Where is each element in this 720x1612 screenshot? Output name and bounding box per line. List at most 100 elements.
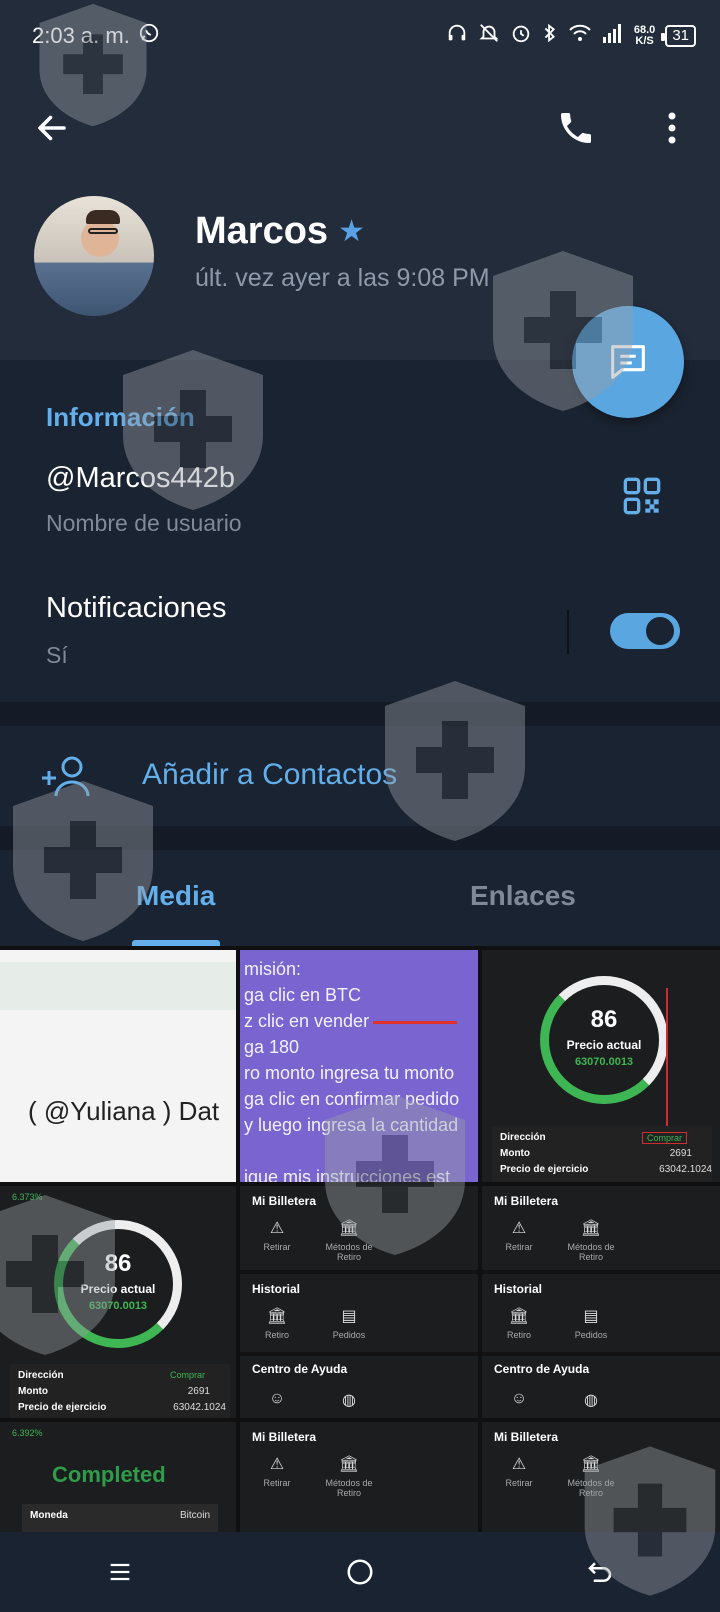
media-thumb[interactable]: 6.373% 86 Precio actual 63070.0013 Direc… <box>0 1186 236 1418</box>
bank-icon: 🏛 <box>338 1220 360 1237</box>
wallet-item: Pedidos <box>574 1330 608 1340</box>
detail-value: Bitcoin <box>179 1510 210 1521</box>
qr-code-button[interactable] <box>622 476 674 528</box>
section-divider <box>0 826 720 850</box>
wallet-item: Retirar <box>263 1478 291 1488</box>
media-thumb[interactable]: 6.392% Completed Moneda Bitcoin <box>0 1422 236 1532</box>
more-options-button[interactable] <box>642 98 702 158</box>
document-icon: ▤ <box>583 1308 599 1325</box>
thumb-line: ga clic en BTC <box>244 985 362 1005</box>
signal-icon <box>602 22 624 50</box>
avatar[interactable] <box>34 196 154 316</box>
media-thumb[interactable]: misión: ga clic en BTC z clic en vender … <box>240 950 478 1182</box>
wallet-item: Pedidos <box>332 1330 366 1340</box>
add-user-icon <box>42 756 90 797</box>
arrow-left-icon <box>38 115 66 141</box>
wallet-item: Retirar <box>263 1242 291 1252</box>
media-thumb[interactable]: Mi Billetera ⚠ Retirar 🏛 Métodos de Reti… <box>482 1422 720 1532</box>
thumb-line: ga clic en confirmar pedido <box>244 1089 460 1109</box>
wallet-title: Mi Billetera <box>494 1430 559 1444</box>
bluetooth-icon <box>542 22 558 50</box>
detail-value: 63042.1024 <box>173 1402 226 1413</box>
star-icon: ★ <box>338 215 365 248</box>
gauge-value: 86 <box>104 1250 132 1277</box>
thumb-line: igue mis instrucciones est <box>244 1167 451 1182</box>
tab-media[interactable]: Media <box>136 880 215 912</box>
globe-icon: ◍ <box>584 1392 598 1409</box>
thumb-line <box>244 1138 474 1164</box>
home-button[interactable] <box>320 1542 400 1602</box>
back-button[interactable] <box>22 98 82 158</box>
withdraw-icon: ⚠ <box>511 1220 527 1237</box>
recent-apps-button[interactable] <box>80 1542 160 1602</box>
detail-key: Precio de ejercicio <box>18 1402 107 1413</box>
add-to-contacts-button[interactable]: Añadir a Contactos <box>0 726 720 826</box>
call-button[interactable] <box>546 98 606 158</box>
notifications-toggle[interactable] <box>610 613 680 649</box>
gauge-price: 63070.0013 <box>88 1300 148 1312</box>
divider <box>567 610 569 654</box>
detail-key: Monto <box>18 1386 48 1397</box>
phone-icon <box>561 113 591 143</box>
media-thumb[interactable]: 86 Precio actual 63070.0013 Dirección Co… <box>482 950 720 1182</box>
media-thumb[interactable]: Mi Billetera ⚠ Retirar 🏛 Métodos de Reti… <box>240 1186 478 1418</box>
media-tabs: Media Enlaces <box>0 850 720 946</box>
gauge-label: Precio actual <box>566 1038 642 1052</box>
whatsapp-icon <box>138 22 160 50</box>
wallet-title: Mi Billetera <box>252 1430 317 1444</box>
contact-name: Marcos <box>195 210 329 252</box>
media-thumb[interactable]: Mi Billetera ⚠ Retirar 🏛 Métodos de Reti… <box>482 1186 720 1418</box>
qr-code-icon <box>623 477 661 515</box>
last-seen: últ. vez ayer a las 9:08 PM <box>195 264 490 292</box>
media-thumb[interactable]: Mi Billetera ⚠ Retirar 🏛 Métodos de Reti… <box>240 1422 478 1532</box>
net-speed: 68.0 K/S <box>633 24 656 47</box>
media-thumb[interactable]: ( @Yuliana ) Dat <box>0 950 236 1182</box>
detail-key: Precio de ejercicio <box>500 1164 589 1175</box>
completed-label: Completed <box>52 1462 166 1487</box>
headphones-icon <box>446 22 468 50</box>
section-divider <box>0 702 720 726</box>
notifications-title: Notificaciones <box>46 592 227 624</box>
detail-value: 2691 <box>187 1386 210 1397</box>
notifications-value: Sí <box>46 642 68 668</box>
wallet-title: Mi Billetera <box>252 1194 317 1208</box>
detail-value: 63042.1024 <box>659 1164 712 1175</box>
thumb-text: ( @Yuliana ) Dat <box>28 1096 220 1126</box>
status-bar: 2:03 a. m. 68.0 K/S 31 <box>0 0 720 72</box>
gauge-label: Precio actual <box>80 1282 156 1296</box>
thumb-line: ga 180 <box>244 1037 300 1057</box>
send-message-fab[interactable] <box>572 306 684 418</box>
withdraw-icon: ⚠ <box>511 1456 527 1473</box>
system-back-button[interactable] <box>560 1542 640 1602</box>
withdraw-icon: ⚠ <box>269 1220 285 1237</box>
message-icon <box>611 345 645 379</box>
system-nav-bar <box>0 1532 720 1612</box>
circle-icon <box>347 1559 373 1585</box>
wallet-item: Métodos de Retiro <box>567 1242 615 1262</box>
wifi-icon <box>568 22 592 50</box>
media-grid: ( @Yuliana ) Dat misión: ga clic en BTC … <box>0 946 720 1532</box>
mute-bell-icon <box>478 22 500 50</box>
add-to-contacts-label: Añadir a Contactos <box>142 758 398 791</box>
tab-links[interactable]: Enlaces <box>470 880 576 912</box>
username[interactable]: @Marcos442b <box>46 462 235 495</box>
detail-key: Dirección <box>18 1370 64 1381</box>
bank-icon: 🏛 <box>338 1456 360 1473</box>
detail-key: Dirección <box>500 1132 546 1143</box>
username-label: Nombre de usuario <box>46 510 242 536</box>
wallet-title: Mi Billetera <box>494 1194 559 1208</box>
bank-icon: 🏛 <box>580 1220 602 1237</box>
withdraw-icon: ⚠ <box>269 1456 285 1473</box>
wallet-item: Métodos de Retiro <box>325 1242 373 1262</box>
detail-value: Comprar <box>642 1132 688 1144</box>
dots-vertical-icon <box>668 112 676 144</box>
wallet-title: Historial <box>252 1282 301 1296</box>
thumb-line: z clic en vender <box>244 1011 370 1031</box>
support-icon: ☺ <box>268 1390 286 1407</box>
thumb-line: y luego ingresa la cantidad <box>244 1115 459 1135</box>
bank-icon: 🏛 <box>508 1308 530 1325</box>
thumb-line: misión: <box>244 959 302 979</box>
bank-icon: 🏛 <box>266 1308 288 1325</box>
gauge-value: 86 <box>590 1006 618 1033</box>
detail-value: Comprar <box>170 1370 206 1380</box>
